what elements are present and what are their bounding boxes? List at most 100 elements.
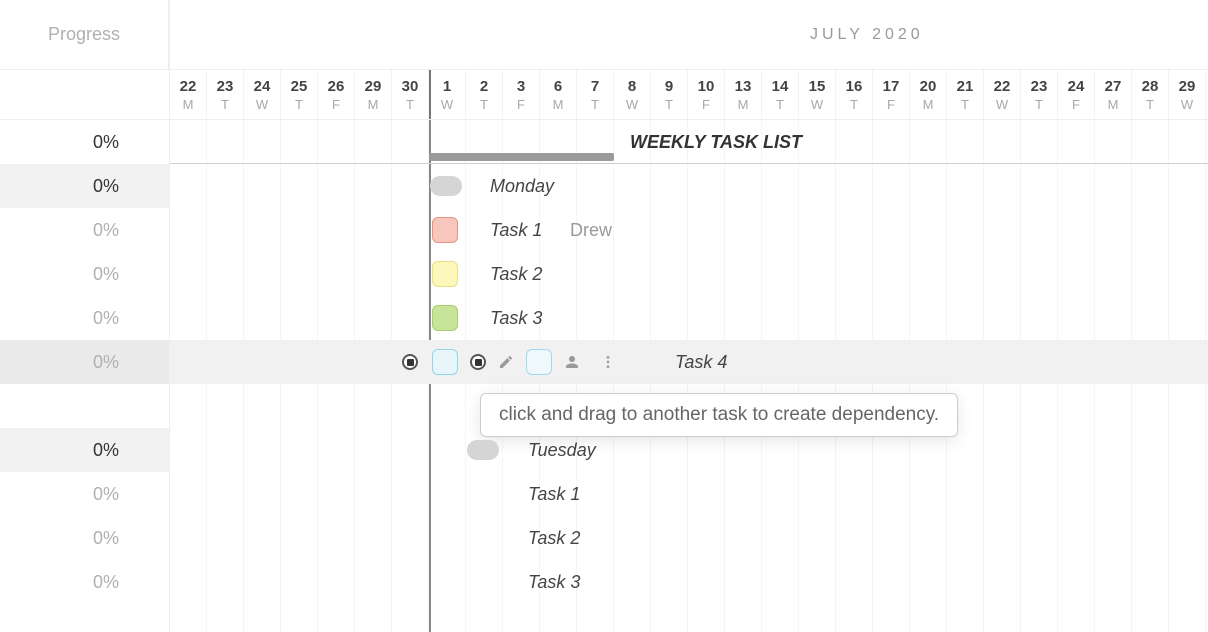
progress-cell: 0% [0, 560, 169, 604]
progress-cell: 0% [0, 472, 169, 516]
day-letter: F [1072, 97, 1080, 112]
month-start-marker [429, 70, 431, 119]
task-bar-t2task3[interactable] [470, 569, 496, 595]
day-letter: M [553, 97, 564, 112]
day-header[interactable]: 29M [355, 70, 392, 119]
days-header: 22M23T24W25T26F29M30T1W2T3F6M7T8W9T10F13… [170, 70, 1208, 120]
day-number: 23 [1031, 78, 1048, 95]
day-header[interactable]: 29 W [1169, 70, 1206, 119]
day-header[interactable]: 13M [725, 70, 762, 119]
day-letter: T [591, 97, 599, 112]
day-number: 27 [1105, 78, 1122, 95]
day-header[interactable]: 15W [799, 70, 836, 119]
group-label-tuesday: Tuesday [528, 440, 596, 461]
progress-cell: 0% [0, 164, 169, 208]
row-t2task3: Task 3 [170, 560, 1208, 604]
day-number: 7 [591, 78, 599, 95]
day-header[interactable]: 6M [540, 70, 577, 119]
task-bar-t2task2[interactable] [470, 525, 496, 551]
day-number: 24 [254, 78, 271, 95]
day-letter: T [1146, 97, 1154, 112]
day-number: 30 [402, 78, 419, 95]
assign-button[interactable] [556, 346, 588, 378]
progress-header: Progress [0, 0, 169, 70]
summary-bar[interactable] [429, 153, 614, 161]
day-letter: M [183, 97, 194, 112]
task-bar-t2task1[interactable] [470, 481, 496, 507]
day-number: 29 [1179, 78, 1196, 95]
task-bar-tuesday[interactable] [467, 440, 499, 460]
day-header[interactable]: 10F [688, 70, 725, 119]
day-header[interactable]: 1W [429, 70, 466, 119]
day-number: 8 [628, 78, 636, 95]
day-header[interactable]: 24F [1058, 70, 1095, 119]
day-letter: W [811, 97, 823, 112]
day-header[interactable]: 3F [503, 70, 540, 119]
day-letter: T [221, 97, 229, 112]
task-label: Task 1 [490, 220, 542, 241]
day-number: 10 [698, 78, 715, 95]
day-header[interactable]: 16T [836, 70, 873, 119]
day-header[interactable]: 30 T [392, 70, 429, 119]
day-header[interactable]: 28 T [1132, 70, 1169, 119]
progress-column: Progress 0% 0% 0% 0% 0% 0% 0% 0% 0% 0% [0, 0, 170, 632]
edit-button[interactable] [490, 346, 522, 378]
day-header[interactable]: 23T [207, 70, 244, 119]
day-header[interactable]: 27 M [1095, 70, 1132, 119]
dependency-handle-right[interactable] [470, 354, 486, 370]
more-button[interactable] [592, 346, 624, 378]
day-header[interactable]: 9T [651, 70, 688, 119]
day-header[interactable]: 25T [281, 70, 318, 119]
day-letter: T [406, 97, 414, 112]
task-bar-task3[interactable] [432, 305, 458, 331]
day-letter: M [1108, 97, 1119, 112]
day-letter: W [256, 97, 268, 112]
day-letter: F [887, 97, 895, 112]
dependency-handle-left[interactable] [402, 354, 418, 370]
day-letter: W [626, 97, 638, 112]
day-header[interactable]: 2T [466, 70, 503, 119]
task-label: Task 4 [675, 352, 727, 373]
day-header[interactable]: 22M [170, 70, 207, 119]
day-header[interactable]: 22W [984, 70, 1021, 119]
task-bar-task1[interactable] [432, 217, 458, 243]
day-letter: T [665, 97, 673, 112]
gantt-grid[interactable]: WEEKLY TASK LIST Monday Task 1 Drew Task… [170, 120, 1208, 632]
task-label: Task 3 [528, 572, 580, 593]
day-header[interactable]: 21T [947, 70, 984, 119]
day-header[interactable]: 23T [1021, 70, 1058, 119]
task-bar-task2[interactable] [432, 261, 458, 287]
task-label: Task 2 [490, 264, 542, 285]
timeline-column: JULY 2020 22M23T24W25T26F29M30T1W2T3F6M7… [170, 0, 1208, 632]
project-title: WEEKLY TASK LIST [630, 132, 802, 153]
day-number: 20 [920, 78, 937, 95]
task-bar-task4[interactable] [432, 349, 458, 375]
color-button[interactable] [526, 349, 552, 375]
day-number: 1 [443, 78, 451, 95]
day-letter: M [368, 97, 379, 112]
day-header[interactable]: 24 W [244, 70, 281, 119]
task-bar-monday[interactable] [430, 176, 462, 196]
day-letter: T [480, 97, 488, 112]
day-header[interactable]: 26F [318, 70, 355, 119]
gantt-rows: WEEKLY TASK LIST Monday Task 1 Drew Task… [170, 120, 1208, 632]
day-header[interactable]: 17F [873, 70, 910, 119]
day-header[interactable]: 7T [577, 70, 614, 119]
progress-cell: 0% [0, 120, 169, 164]
day-header[interactable]: 20 M [910, 70, 947, 119]
row-task4-selected: Task 4 click and drag to another task to… [170, 340, 1208, 384]
day-header[interactable]: 14T [762, 70, 799, 119]
day-number: 28 [1142, 78, 1159, 95]
progress-subheader [0, 70, 169, 120]
row-spacer [170, 384, 1208, 428]
day-letter: F [517, 97, 525, 112]
day-letter: M [923, 97, 934, 112]
day-header[interactable]: 8W [614, 70, 651, 119]
row-task2: Task 2 [170, 252, 1208, 296]
day-number: 6 [554, 78, 562, 95]
progress-cell: 0% [0, 340, 169, 384]
day-number: 16 [846, 78, 863, 95]
progress-cell: 0% [0, 252, 169, 296]
day-letter: W [1181, 97, 1193, 112]
day-letter: W [441, 97, 453, 112]
